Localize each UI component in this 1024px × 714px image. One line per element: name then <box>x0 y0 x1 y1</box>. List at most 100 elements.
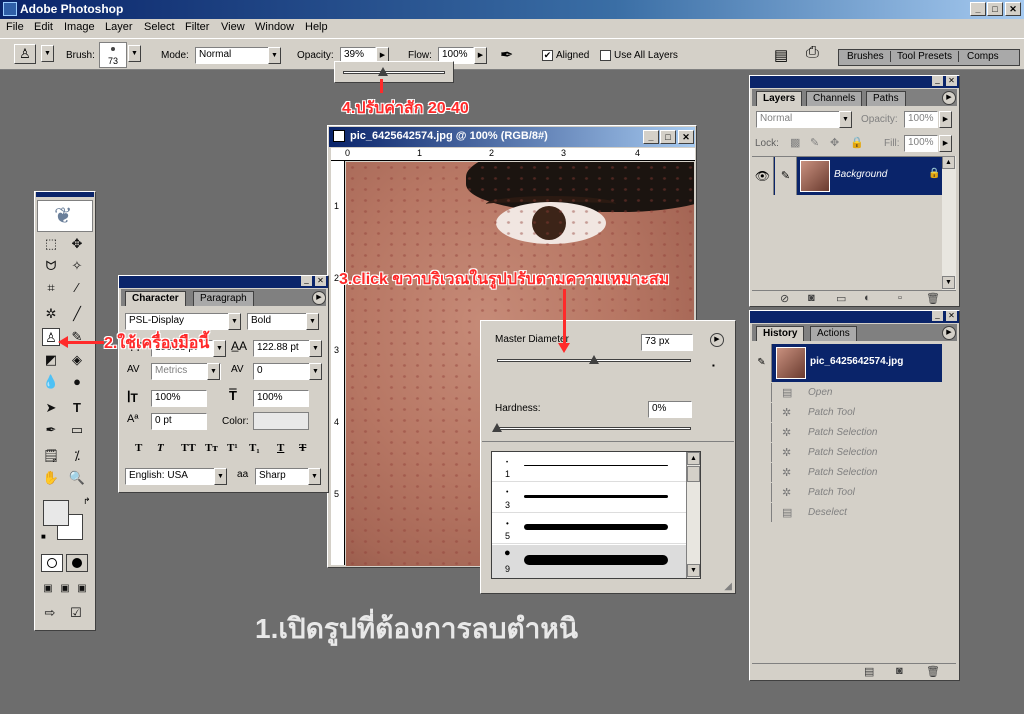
language-dropdown[interactable]: ▼ <box>214 468 227 485</box>
underline-button[interactable]: T <box>277 442 284 454</box>
history-step[interactable]: ✲ Patch Selection <box>752 463 940 483</box>
quick-mask-button[interactable] <box>66 554 88 572</box>
crop-tool-icon[interactable]: ⌗ <box>42 279 60 297</box>
marquee-tool-icon[interactable]: ⬚ <box>42 235 60 253</box>
brush-picker-dropdown[interactable]: ▼ <box>128 45 141 62</box>
layers-panel-close-button[interactable]: ✕ <box>946 76 957 86</box>
screen-mode-2-icon[interactable]: ▣ <box>56 580 74 598</box>
history-panel-minimize-button[interactable]: _ <box>932 311 943 321</box>
baseline-shift-field[interactable]: 0 pt <box>151 413 207 430</box>
subscript-button[interactable]: T₁ <box>249 442 260 454</box>
layer-style-icon[interactable]: ⊘ <box>780 292 789 305</box>
history-step[interactable]: ▤ Open <box>752 383 940 403</box>
document-minimize-button[interactable]: _ <box>643 130 659 144</box>
horizontal-scale-field[interactable]: 100% <box>253 390 309 407</box>
history-panel-menu-button[interactable]: ▶ <box>942 326 956 340</box>
brush-picker-menu-button[interactable]: ▶ <box>710 333 724 347</box>
dodge-tool-icon[interactable]: ● <box>68 373 86 391</box>
character-panel-minimize-button[interactable]: _ <box>301 276 312 286</box>
zoom-tool-icon[interactable]: 🔍 <box>68 469 86 487</box>
new-document-from-state-icon[interactable]: ▤ <box>864 665 874 678</box>
pen-tool-icon[interactable]: ✒ <box>42 421 60 439</box>
layer-mask-icon[interactable]: ◙ <box>808 292 815 304</box>
strikethrough-button[interactable]: T <box>299 442 306 454</box>
lasso-tool-icon[interactable]: ᗢ <box>42 257 60 275</box>
font-style-dropdown[interactable]: ▼ <box>306 313 319 330</box>
tab-paragraph[interactable]: Paragraph <box>193 291 254 306</box>
tab-layers[interactable]: Layers <box>756 91 803 106</box>
file-browser-icon[interactable]: ▤ <box>774 46 788 64</box>
faux-italic-button[interactable]: T <box>157 442 164 454</box>
brush-preset-row-selected[interactable]: ● 9 <box>492 545 686 578</box>
lock-position-icon[interactable]: ✥ <box>830 136 839 149</box>
tab-history[interactable]: History <box>756 326 805 341</box>
history-step-source-box[interactable] <box>752 423 772 442</box>
history-snapshot-row[interactable]: ✎ pic_6425642574.jpg <box>752 344 942 382</box>
character-panel-title-bar[interactable]: _ ✕ <box>119 276 328 288</box>
menu-filter[interactable]: Filter <box>185 21 209 33</box>
fill-slider-toggle[interactable]: ▶ <box>939 135 952 152</box>
swap-colors-icon[interactable]: ↱ <box>83 496 91 507</box>
scroll-down-icon[interactable]: ▼ <box>687 564 700 577</box>
history-step[interactable]: ▤ Deselect <box>752 503 940 523</box>
adjustment-layer-icon[interactable]: ◐ <box>864 292 871 304</box>
leading-field[interactable]: 122.88 pt <box>253 340 311 357</box>
layer-opacity-slider-toggle[interactable]: ▶ <box>939 111 952 128</box>
default-colors-icon[interactable]: ■ <box>41 532 46 541</box>
menu-select[interactable]: Select <box>144 21 175 33</box>
kerning-dropdown[interactable]: ▼ <box>207 363 220 380</box>
delete-layer-icon[interactable]: 🗑 <box>926 292 940 305</box>
adobe-feather-logo[interactable]: ❦ <box>37 200 93 232</box>
brush-list-scrollbar[interactable]: ▲ ▼ <box>686 452 700 578</box>
history-step[interactable]: ✲ Patch Selection <box>752 423 940 443</box>
menu-window[interactable]: Window <box>255 21 294 33</box>
font-family-select[interactable]: PSL-Display <box>125 313 235 330</box>
new-set-icon[interactable]: ▭ <box>836 292 846 305</box>
blur-tool-icon[interactable]: 💧 <box>42 373 60 391</box>
scroll-up-icon[interactable]: ▲ <box>942 156 955 169</box>
screen-mode-1-icon[interactable]: ▣ <box>39 580 57 598</box>
save-brush-icon[interactable]: ▪ <box>712 361 715 370</box>
master-diameter-thumb[interactable] <box>589 355 599 364</box>
history-step[interactable]: ✲ Patch Tool <box>752 403 940 423</box>
brush-tool-icon[interactable]: ╱ <box>68 305 86 323</box>
opacity-slider-track[interactable] <box>343 71 445 74</box>
antialias-dropdown[interactable]: ▼ <box>308 468 321 485</box>
fill-field[interactable]: 100% <box>904 135 938 152</box>
document-close-button[interactable]: ✕ <box>678 130 694 144</box>
layers-panel-minimize-button[interactable]: _ <box>932 76 943 86</box>
vertical-scale-field[interactable]: 100% <box>151 390 207 407</box>
lock-image-icon[interactable]: ✎ <box>810 136 819 149</box>
small-caps-button[interactable]: Tт <box>205 442 218 454</box>
jump-to-imageready-icon[interactable]: ⇨ <box>41 604 59 622</box>
imageready-icon[interactable]: ☑ <box>67 604 85 622</box>
eyedropper-icon[interactable]: ⁒ <box>68 447 86 465</box>
magic-wand-icon[interactable]: ✧ <box>68 257 86 275</box>
layers-panel-title-bar[interactable]: _ ✕ <box>750 76 959 88</box>
hardness-thumb[interactable] <box>492 423 502 432</box>
healing-brush-icon[interactable]: ✲ <box>42 305 60 323</box>
type-tool-icon[interactable]: T <box>68 399 86 417</box>
hardness-track[interactable] <box>497 427 691 430</box>
mode-dropdown[interactable]: ▼ <box>268 47 281 64</box>
faux-bold-button[interactable]: T <box>135 442 142 454</box>
layers-scrollbar[interactable]: ▲ ▼ <box>942 156 956 290</box>
scroll-thumb[interactable] <box>687 466 700 482</box>
language-select[interactable]: English: USA <box>125 468 227 485</box>
aligned-checkbox[interactable]: ✔ <box>542 50 553 61</box>
history-step-source-box[interactable] <box>752 463 772 482</box>
layer-row-background[interactable]: 👁 ✎ Background 🔒 <box>752 157 942 195</box>
new-snapshot-icon[interactable]: ◙ <box>896 665 903 677</box>
slice-tool-icon[interactable]: ⁄ <box>68 279 86 297</box>
history-step[interactable]: ✲ Patch Tool <box>752 483 940 503</box>
maximize-window-button[interactable]: □ <box>987 2 1003 16</box>
history-step-source-box[interactable] <box>752 503 772 522</box>
brush-preview[interactable]: 73 <box>99 42 127 68</box>
paint-bucket-icon[interactable]: ◈ <box>68 351 86 369</box>
minimize-window-button[interactable]: _ <box>970 2 986 16</box>
palette-well-icon[interactable]: ⎙ <box>806 44 819 62</box>
menu-layer[interactable]: Layer <box>105 21 133 33</box>
flow-slider-toggle[interactable]: ▶ <box>474 47 487 64</box>
font-family-dropdown[interactable]: ▼ <box>228 313 241 330</box>
layers-panel-menu-button[interactable]: ▶ <box>942 91 956 105</box>
